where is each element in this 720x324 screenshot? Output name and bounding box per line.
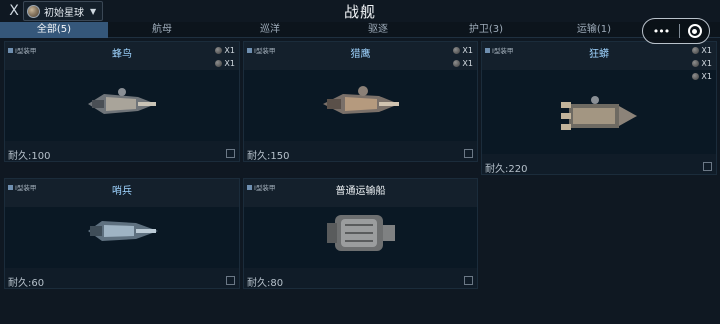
select-checkbox[interactable] [703,162,712,171]
target-icon[interactable] [680,24,709,38]
chevron-down-icon: ▼ [90,6,97,16]
select-checkbox[interactable] [226,149,235,158]
tab-cruiser[interactable]: 巡洋 [216,22,324,38]
ship-name: 猎鹰 [350,49,371,60]
weapon-slot-icon [692,60,700,67]
weapon-slot-icon [215,60,223,67]
durability-text: 耐久:100 [8,151,51,162]
ship-card-falcon[interactable]: I型装甲 猎鹰 X1 X1 耐久:150 [243,41,478,162]
page-title: 战舰 [343,3,376,21]
select-checkbox[interactable] [226,276,235,285]
weapon-slot-icon [692,47,700,54]
ship-image [88,88,156,114]
close-button[interactable]: X [7,3,21,19]
header-bar: X 初始星球 ▼ 战舰 [0,0,720,22]
ship-name: 普通运输船 [335,186,386,197]
select-checkbox[interactable] [464,149,473,158]
more-dots-icon[interactable]: ••• [643,25,679,38]
ship-image [561,96,637,130]
durability-text: 耐久:60 [8,278,45,289]
tab-escort[interactable]: 护卫(3) [432,22,540,38]
durability-text: 耐久:220 [485,164,528,175]
slot-list: X1 X1 X1 [692,44,712,83]
ship-card-sentinel[interactable]: I型装甲 哨兵 耐久:60 [4,178,240,289]
planet-label: 初始星球 [44,7,84,19]
durability-text: 耐久:80 [247,278,284,289]
ship-card-hummingbird[interactable]: I型装甲 蜂鸟 X1 X1 耐久:100 [4,41,240,162]
slot-list: X1 X1 [215,44,235,70]
planet-icon [27,4,40,18]
ship-card-python[interactable]: I型装甲 狂蟒 X1 X1 X1 耐久:220 [481,41,717,175]
select-checkbox[interactable] [464,276,473,285]
ship-image [322,86,399,114]
mini-program-capsule: ••• [642,18,710,44]
slot-list: X1 X1 [453,44,473,70]
tab-destroyer[interactable]: 驱逐 [324,22,432,38]
tab-all[interactable]: 全部(5) [0,22,108,38]
ship-name: 哨兵 [112,186,132,197]
tab-transport[interactable]: 运输(1) [540,22,648,38]
weapon-slot-icon [453,47,461,54]
planet-selector[interactable]: 初始星球 ▼ [23,1,103,21]
ship-type-tabs: 全部(5) 航母 巡洋 驱逐 护卫(3) 运输(1) [0,22,720,38]
ship-name: 狂蟒 [589,49,609,60]
weapon-slot-icon [453,60,461,67]
weapon-slot-icon [692,73,700,80]
ship-image [326,215,395,251]
ship-name: 蜂鸟 [112,49,132,60]
durability-text: 耐久:150 [247,151,290,162]
ship-card-transport[interactable]: I型装甲 普通运输船 耐久:80 [243,178,478,289]
weapon-slot-icon [215,47,223,54]
tab-carrier[interactable]: 航母 [108,22,216,38]
ship-image [88,221,158,241]
